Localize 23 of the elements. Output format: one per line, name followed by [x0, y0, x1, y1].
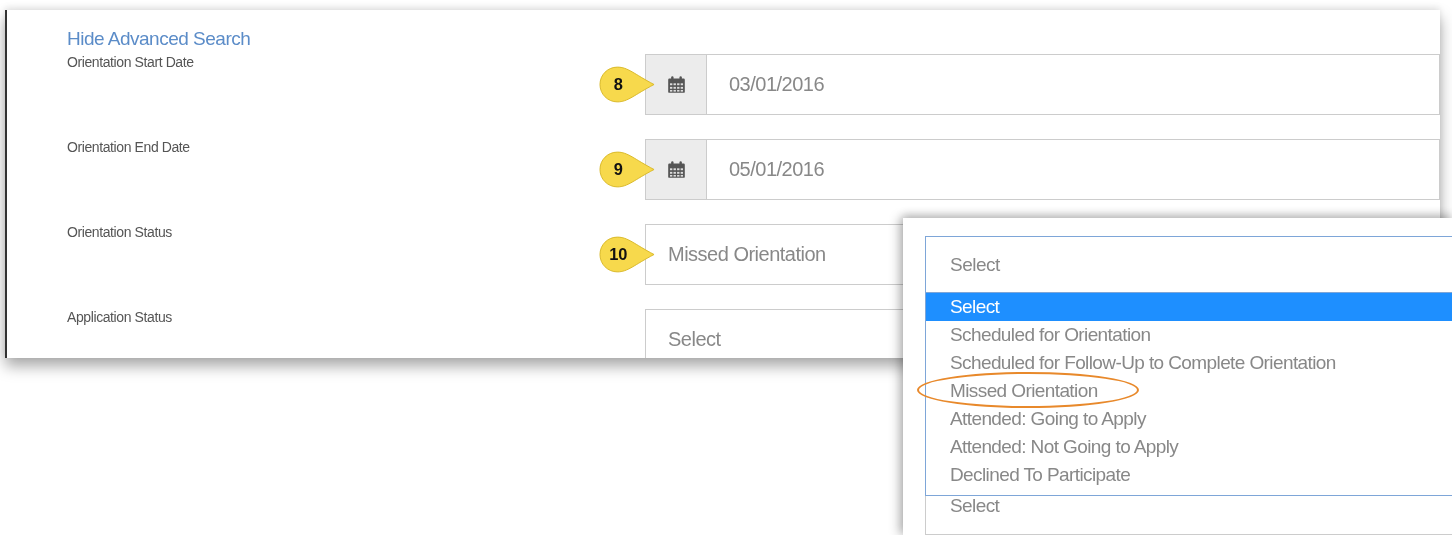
calendar-icon: [666, 160, 686, 179]
calendar-icon: [666, 75, 686, 94]
dropdown-option[interactable]: Missed Orientation: [926, 377, 1452, 405]
dropdown-option[interactable]: Attended: Not Going to Apply: [926, 433, 1452, 461]
field-label: Orientation End Date: [67, 139, 191, 155]
dropdown-option[interactable]: Declined To Participate: [926, 461, 1452, 489]
dropdown-option[interactable]: Scheduled for Follow-Up to Complete Orientation: [926, 349, 1452, 377]
dropdown-option[interactable]: Select: [926, 293, 1452, 321]
field-label: Orientation Start Date: [67, 54, 195, 70]
date-field[interactable]: 05/01/2016: [707, 139, 1440, 200]
date-field[interactable]: 03/01/2016: [707, 54, 1440, 115]
calendar-button[interactable]: [645, 139, 707, 200]
field-label: Application Status: [67, 309, 173, 325]
dropdown-option[interactable]: Attended: Going to Apply: [926, 405, 1452, 433]
select-field[interactable]: Select: [925, 496, 1452, 535]
callout-badge: 9: [599, 151, 655, 188]
select-field[interactable]: Select: [925, 236, 1452, 293]
callout-badge: 8: [599, 66, 655, 103]
hide-advanced-search-link[interactable]: Hide Advanced Search: [67, 28, 251, 50]
field-label: Orientation Status: [67, 224, 173, 240]
dropdown-option[interactable]: Scheduled for Orientation: [926, 321, 1452, 349]
calendar-button[interactable]: [645, 54, 707, 115]
callout-badge: 10: [599, 236, 655, 273]
